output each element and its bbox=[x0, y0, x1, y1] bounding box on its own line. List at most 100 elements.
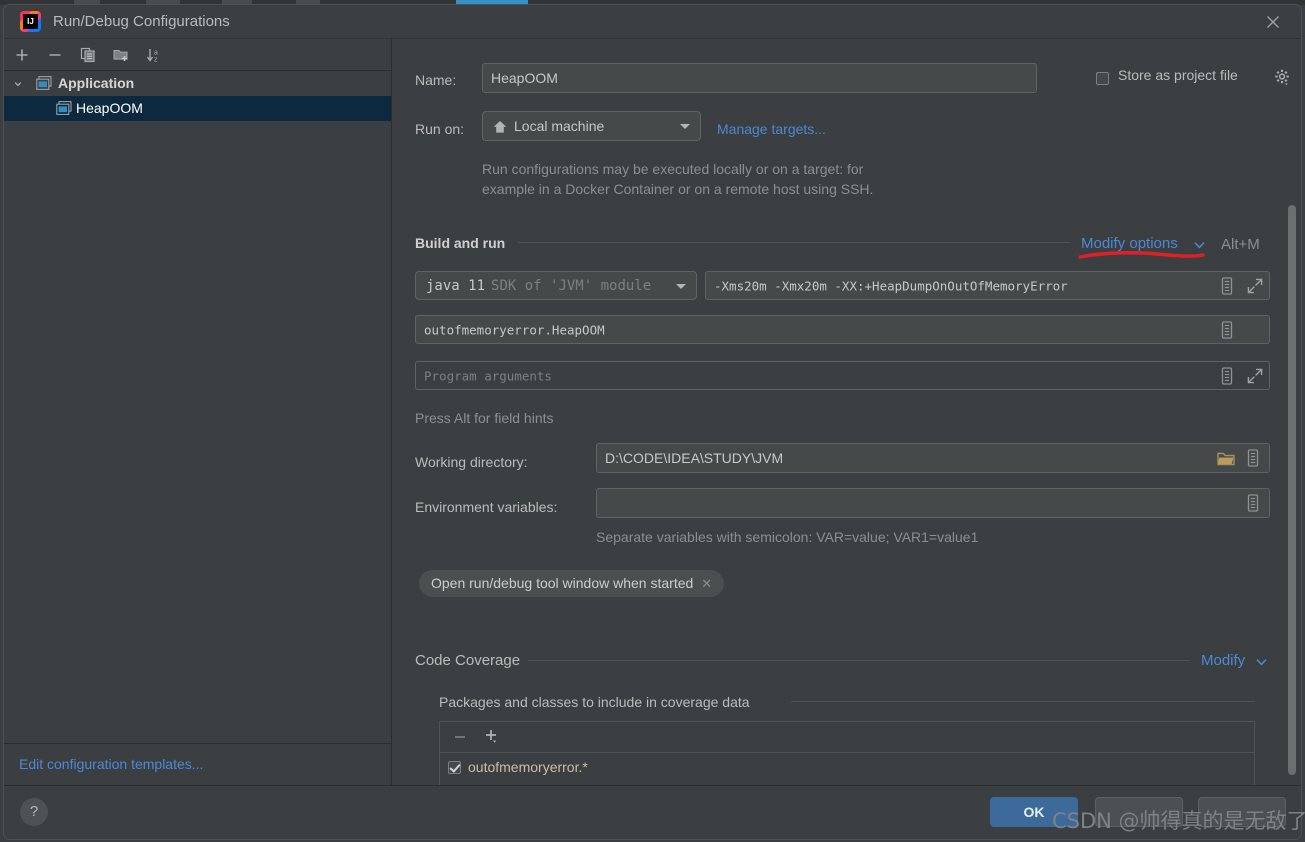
macro-list-icon[interactable] bbox=[1219, 321, 1235, 339]
macro-list-icon[interactable] bbox=[1219, 367, 1235, 385]
new-folder-button[interactable] bbox=[109, 43, 135, 67]
modify-options-shortcut: Alt+M bbox=[1221, 236, 1260, 253]
run-on-value: Local machine bbox=[514, 118, 605, 134]
plus-icon bbox=[16, 49, 28, 61]
open-tool-window-chip[interactable]: Open run/debug tool window when started ✕ bbox=[419, 570, 725, 597]
field-hints-note: Press Alt for field hints bbox=[415, 410, 554, 426]
build-and-run-section-title: Build and run bbox=[415, 235, 506, 251]
name-label: Name: bbox=[415, 72, 457, 88]
copy-icon bbox=[80, 47, 95, 63]
macro-list-icon[interactable] bbox=[1245, 449, 1261, 467]
sidebar-toolbar: a z bbox=[4, 39, 391, 71]
modify-options-link[interactable]: Modify options bbox=[1081, 235, 1178, 252]
configuration-editor-panel: Name: HeapOOM Store as project file Run … bbox=[393, 39, 1301, 786]
code-coverage-section-title: Code Coverage bbox=[415, 652, 521, 669]
content-scrollbar[interactable] bbox=[1288, 205, 1296, 775]
coverage-list-row[interactable]: outofmemoryerror.* bbox=[440, 753, 1254, 781]
svg-text:z: z bbox=[154, 57, 158, 64]
run-debug-configurations-dialog: Run/Debug Configurations bbox=[3, 4, 1302, 840]
section-divider bbox=[791, 701, 1255, 702]
plus-dropdown-icon bbox=[486, 730, 497, 743]
run-on-hint-line2: example in a Docker Container or on a re… bbox=[482, 181, 874, 197]
run-on-label: Run on: bbox=[415, 121, 465, 137]
chevron-down-icon bbox=[1256, 659, 1267, 666]
tree-item-label: HeapOOM bbox=[76, 100, 143, 116]
store-as-project-file-checkbox[interactable] bbox=[1096, 72, 1109, 85]
main-class-value: outofmemoryerror.HeapOOM bbox=[424, 322, 605, 337]
environment-variables-label: Environment variables: bbox=[415, 499, 558, 515]
vm-options-input[interactable]: -Xms20m -Xmx20m -XX:+HeapDumpOnOutOfMemo… bbox=[705, 271, 1270, 300]
edit-configuration-templates-link[interactable]: Edit configuration templates... bbox=[19, 756, 203, 772]
coverage-packages-list: outofmemoryerror.* bbox=[439, 721, 1255, 786]
manage-targets-link[interactable]: Manage targets... bbox=[717, 121, 826, 137]
run-debug-configurations-screen: Run/Debug Configurations bbox=[0, 0, 1305, 842]
program-arguments-placeholder: Program arguments bbox=[424, 368, 552, 383]
minus-icon bbox=[49, 54, 61, 56]
dialog-titlebar: Run/Debug Configurations bbox=[4, 5, 1301, 39]
jre-suffix: SDK of 'JVM' module bbox=[491, 277, 652, 294]
coverage-row-label: outofmemoryerror.* bbox=[468, 759, 588, 775]
macro-list-icon[interactable] bbox=[1245, 494, 1261, 512]
expand-icon[interactable] bbox=[1247, 278, 1263, 294]
jre-version: java 11 bbox=[426, 277, 486, 294]
tree-group-label: Application bbox=[58, 75, 135, 91]
folder-icon[interactable] bbox=[1217, 451, 1235, 467]
ok-button[interactable]: OK bbox=[990, 797, 1078, 827]
copy-configuration-button[interactable] bbox=[76, 43, 102, 67]
ok-button-label: OK bbox=[1023, 804, 1045, 820]
apply-button[interactable] bbox=[1198, 797, 1286, 827]
name-input[interactable]: HeapOOM bbox=[482, 63, 1037, 93]
folder-add-icon bbox=[113, 50, 128, 61]
cancel-button[interactable] bbox=[1095, 797, 1183, 827]
chevron-down-icon bbox=[676, 283, 686, 289]
configurations-sidebar: a z Application HeapOOM Edit configurati… bbox=[4, 39, 392, 786]
main-class-input[interactable]: outofmemoryerror.HeapOOM bbox=[415, 315, 1270, 344]
configurations-tree: Application HeapOOM bbox=[4, 71, 391, 744]
vm-options-value: -Xms20m -Xmx20m -XX:+HeapDumpOnOutOfMemo… bbox=[714, 278, 1068, 293]
chevron-down-icon bbox=[1194, 242, 1205, 249]
help-button[interactable]: ? bbox=[20, 798, 48, 826]
section-divider bbox=[528, 660, 1190, 661]
svg-text:a: a bbox=[154, 50, 158, 57]
coverage-list-toolbar bbox=[440, 722, 1254, 753]
jre-combo[interactable]: java 11 SDK of 'JVM' module bbox=[415, 271, 697, 300]
chevron-down-icon bbox=[680, 124, 690, 129]
close-icon bbox=[1267, 16, 1279, 28]
code-coverage-modify-link[interactable]: Modify bbox=[1201, 652, 1245, 669]
run-on-combo[interactable]: Local machine bbox=[482, 111, 701, 141]
chevron-down-icon bbox=[14, 82, 22, 87]
close-button[interactable] bbox=[1251, 7, 1295, 37]
name-input-value: HeapOOM bbox=[491, 70, 558, 86]
working-directory-label: Working directory: bbox=[415, 454, 528, 470]
working-directory-value: D:\CODE\IDEA\STUDY\JVM bbox=[605, 450, 784, 466]
section-divider bbox=[518, 242, 1070, 243]
gear-icon[interactable] bbox=[1274, 69, 1291, 86]
tree-group-application[interactable]: Application bbox=[4, 71, 391, 96]
intellij-idea-icon bbox=[20, 11, 41, 32]
remove-package-button[interactable] bbox=[448, 727, 472, 747]
open-tool-window-chip-label: Open run/debug tool window when started bbox=[431, 575, 694, 591]
run-on-hint-line1: Run configurations may be executed local… bbox=[482, 161, 864, 177]
macro-list-icon[interactable] bbox=[1219, 277, 1235, 295]
jre-value: java 11 SDK of 'JVM' module bbox=[426, 278, 651, 294]
close-icon[interactable]: ✕ bbox=[701, 570, 712, 597]
add-package-button[interactable] bbox=[480, 727, 506, 747]
working-directory-input[interactable]: D:\CODE\IDEA\STUDY\JVM bbox=[596, 443, 1270, 473]
dialog-title: Run/Debug Configurations bbox=[53, 13, 230, 30]
add-configuration-button[interactable] bbox=[10, 43, 36, 67]
coverage-row-checkbox[interactable] bbox=[448, 761, 461, 774]
store-as-project-file-label: Store as project file bbox=[1118, 67, 1238, 83]
environment-variables-input[interactable] bbox=[596, 488, 1270, 518]
dialog-footer: ? OK bbox=[4, 785, 1301, 839]
help-icon: ? bbox=[29, 803, 39, 820]
sidebar-footer: Edit configuration templates... bbox=[4, 743, 391, 786]
minus-icon bbox=[455, 736, 465, 738]
expand-icon[interactable] bbox=[1247, 368, 1263, 384]
tree-item-heapoom[interactable]: HeapOOM bbox=[4, 96, 391, 121]
application-config-icon bbox=[56, 101, 72, 115]
packages-section-title: Packages and classes to include in cover… bbox=[439, 694, 750, 710]
sort-configurations-button[interactable]: a z bbox=[142, 43, 168, 67]
program-arguments-input[interactable]: Program arguments bbox=[415, 361, 1270, 390]
remove-configuration-button[interactable] bbox=[43, 43, 69, 67]
sort-az-icon: a z bbox=[146, 49, 158, 64]
